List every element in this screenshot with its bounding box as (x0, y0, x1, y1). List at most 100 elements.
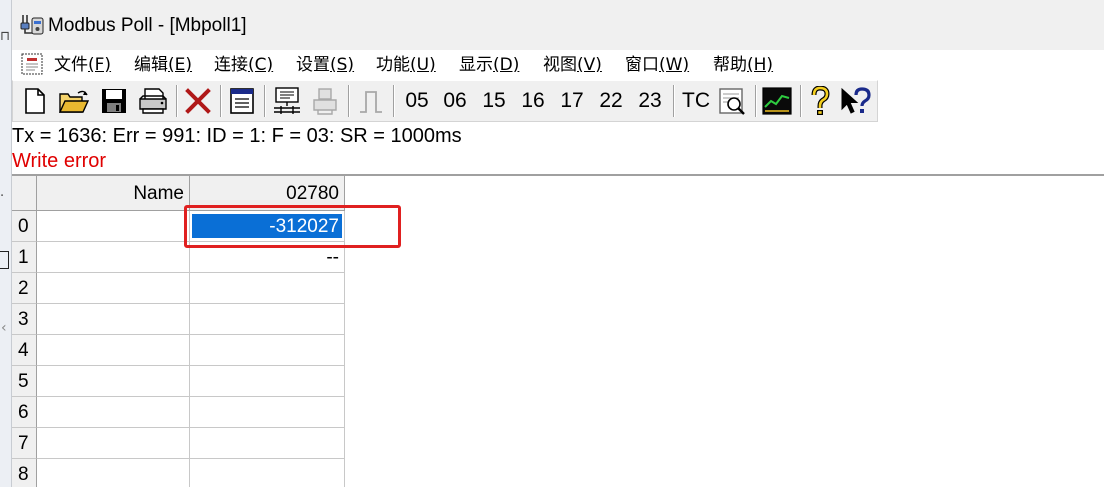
menu-help-accel: (H) (747, 55, 774, 75)
function-06-button[interactable]: 06 (438, 87, 472, 115)
value-cell[interactable] (190, 335, 345, 366)
background-glyph: · (0, 189, 5, 204)
menu-display[interactable]: 显示(D) (459, 53, 519, 77)
new-icon (25, 88, 45, 114)
menu-view-label: 视图 (543, 55, 577, 75)
context-help-icon (841, 87, 871, 114)
menu-connection-accel: (C) (248, 55, 274, 75)
menu-connection-label: 连接 (214, 55, 248, 75)
tc-button[interactable]: TC (679, 87, 713, 115)
menu-view[interactable]: 视图(V) (543, 53, 602, 77)
connect-icon (274, 87, 300, 114)
menu-functions[interactable]: 功能(U) (376, 53, 436, 77)
toolbar-separator (220, 85, 222, 117)
alias-cell[interactable] (37, 335, 190, 366)
function-05-button[interactable]: 05 (400, 87, 434, 115)
value-cell[interactable] (190, 304, 345, 335)
save-icon (102, 89, 126, 113)
background-box (0, 251, 9, 269)
menu-bar: 文件(F) 编辑(E) 连接(C) 设置(S) 功能(U) 显示(D) 视图(V… (12, 50, 1104, 80)
value-cell[interactable] (190, 366, 345, 397)
row-index: 0 (12, 211, 37, 242)
value-cell[interactable] (190, 428, 345, 459)
pulse-button[interactable] (356, 86, 386, 116)
print-icon (139, 88, 167, 114)
chart-button[interactable] (761, 86, 793, 116)
value-cell[interactable]: -- (190, 242, 345, 273)
context-help-button[interactable] (839, 86, 873, 116)
table-row: 0 -312027 (12, 211, 345, 242)
alias-cell[interactable] (37, 273, 190, 304)
menu-connection[interactable]: 连接(C) (214, 53, 273, 77)
alias-cell[interactable] (37, 428, 190, 459)
document-icon (21, 53, 43, 75)
value-cell[interactable] (190, 459, 345, 487)
value-cell[interactable] (190, 397, 345, 428)
toolbar-separator (673, 85, 675, 117)
close-x-icon (185, 88, 211, 114)
row-index: 3 (12, 304, 37, 335)
value-cell-selected[interactable]: -312027 (190, 211, 345, 242)
menu-help-label: 帮助 (713, 55, 747, 75)
table-row: 6 (12, 397, 345, 428)
menu-edit-label: 编辑 (134, 55, 168, 75)
function-23-button[interactable]: 23 (633, 87, 667, 115)
alias-cell[interactable] (37, 211, 190, 242)
function-17-button[interactable]: 17 (555, 87, 589, 115)
alias-cell[interactable] (37, 459, 190, 487)
menu-window-accel: (W) (659, 55, 690, 75)
toolbar-separator (176, 85, 178, 117)
alias-cell[interactable] (37, 366, 190, 397)
open-icon (58, 90, 90, 113)
row-index: 7 (12, 428, 37, 459)
open-button[interactable] (58, 86, 90, 116)
value-cell[interactable] (190, 273, 345, 304)
register-grid: Name 02780 0 -312027 1 -- 2 3 4 5 6 7 8 (12, 176, 345, 487)
communication-icon (719, 88, 745, 115)
menu-help[interactable]: 帮助(H) (713, 53, 773, 77)
menu-window-label: 窗口 (625, 55, 659, 75)
disconnect-button[interactable] (309, 86, 341, 116)
chart-icon (762, 87, 792, 115)
connect-button[interactable] (271, 86, 303, 116)
save-button[interactable] (99, 86, 129, 116)
function-16-button[interactable]: 16 (516, 87, 550, 115)
alias-cell[interactable] (37, 242, 190, 273)
window-icon (230, 88, 254, 114)
alias-cell[interactable] (37, 397, 190, 428)
row-index: 4 (12, 335, 37, 366)
new-window-button[interactable] (227, 86, 257, 116)
menu-functions-label: 功能 (376, 55, 410, 75)
table-row: 4 (12, 335, 345, 366)
new-button[interactable] (21, 86, 49, 116)
menu-setup[interactable]: 设置(S) (296, 53, 354, 77)
row-index: 8 (12, 459, 37, 487)
menu-file[interactable]: 文件(F) (54, 53, 111, 77)
communication-traffic-button[interactable] (716, 86, 748, 116)
menu-functions-accel: (U) (410, 55, 436, 75)
help-icon (811, 86, 830, 115)
function-22-button[interactable]: 22 (594, 87, 628, 115)
grid-corner-header (12, 176, 37, 211)
error-message: Write error (12, 150, 107, 172)
selected-value: -312027 (192, 214, 342, 238)
close-document-button[interactable] (183, 86, 213, 116)
menu-view-accel: (V) (577, 55, 602, 75)
background-glyph: ⊓ (0, 29, 11, 44)
title-bar: Modbus Poll - [Mbpoll1] (12, 0, 1104, 50)
table-row: 7 (12, 428, 345, 459)
function-15-button[interactable]: 15 (477, 87, 511, 115)
menu-edit-accel: (E) (168, 55, 193, 75)
toolbar-separator (755, 85, 757, 117)
background-window-edge: ⊓ · ‹ (0, 0, 12, 487)
menu-display-accel: (D) (493, 55, 520, 75)
menu-window[interactable]: 窗口(W) (625, 53, 689, 77)
app-icon (20, 15, 44, 35)
alias-cell[interactable] (37, 304, 190, 335)
help-button[interactable] (806, 86, 834, 116)
menu-file-label: 文件 (54, 55, 88, 75)
menu-edit[interactable]: 编辑(E) (134, 53, 192, 77)
toolbar-separator (348, 85, 350, 117)
row-index: 5 (12, 366, 37, 397)
print-button[interactable] (137, 86, 169, 116)
